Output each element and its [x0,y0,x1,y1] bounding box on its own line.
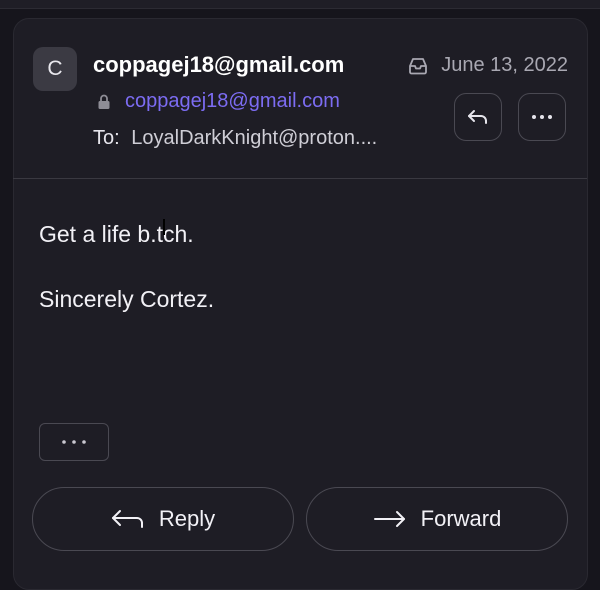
sender-email-row: coppagej18@gmail.com [97,90,340,113]
message-date: June 13, 2022 [441,54,568,76]
reply-button[interactable]: Reply [32,487,294,551]
sender-name[interactable]: coppagej18@gmail.com [93,52,344,78]
reply-arrow-icon [468,110,487,124]
forward-button-label: Forward [420,506,502,531]
header-divider [13,178,587,179]
forward-button[interactable]: Forward [306,487,568,551]
message-body-line: Get a life b.tch. [39,221,194,247]
reply-arrow-icon [111,510,143,528]
date-row: June 13, 2022 [407,54,568,77]
inbox-icon [409,57,428,74]
recipient-address[interactable]: LoyalDarkKnight@proton.... [131,127,377,149]
avatar: C [33,47,77,91]
to-label: To: [93,127,120,149]
recipient-row: To: LoyalDarkKnight@proton.... [93,127,377,150]
lock-icon [98,94,110,109]
text-cursor [163,219,165,235]
sender-email-link[interactable]: coppagej18@gmail.com [125,90,340,113]
more-horizontal-icon [532,115,552,119]
message-body-line: Sincerely Cortez. [39,286,215,312]
more-horizontal-icon [62,440,86,444]
more-options-button[interactable] [518,93,566,141]
reply-icon-button[interactable] [454,93,502,141]
reply-button-label: Reply [158,506,216,531]
show-quoted-text-button[interactable] [39,423,109,461]
forward-arrow-icon [373,511,405,527]
top-bar [0,0,600,9]
